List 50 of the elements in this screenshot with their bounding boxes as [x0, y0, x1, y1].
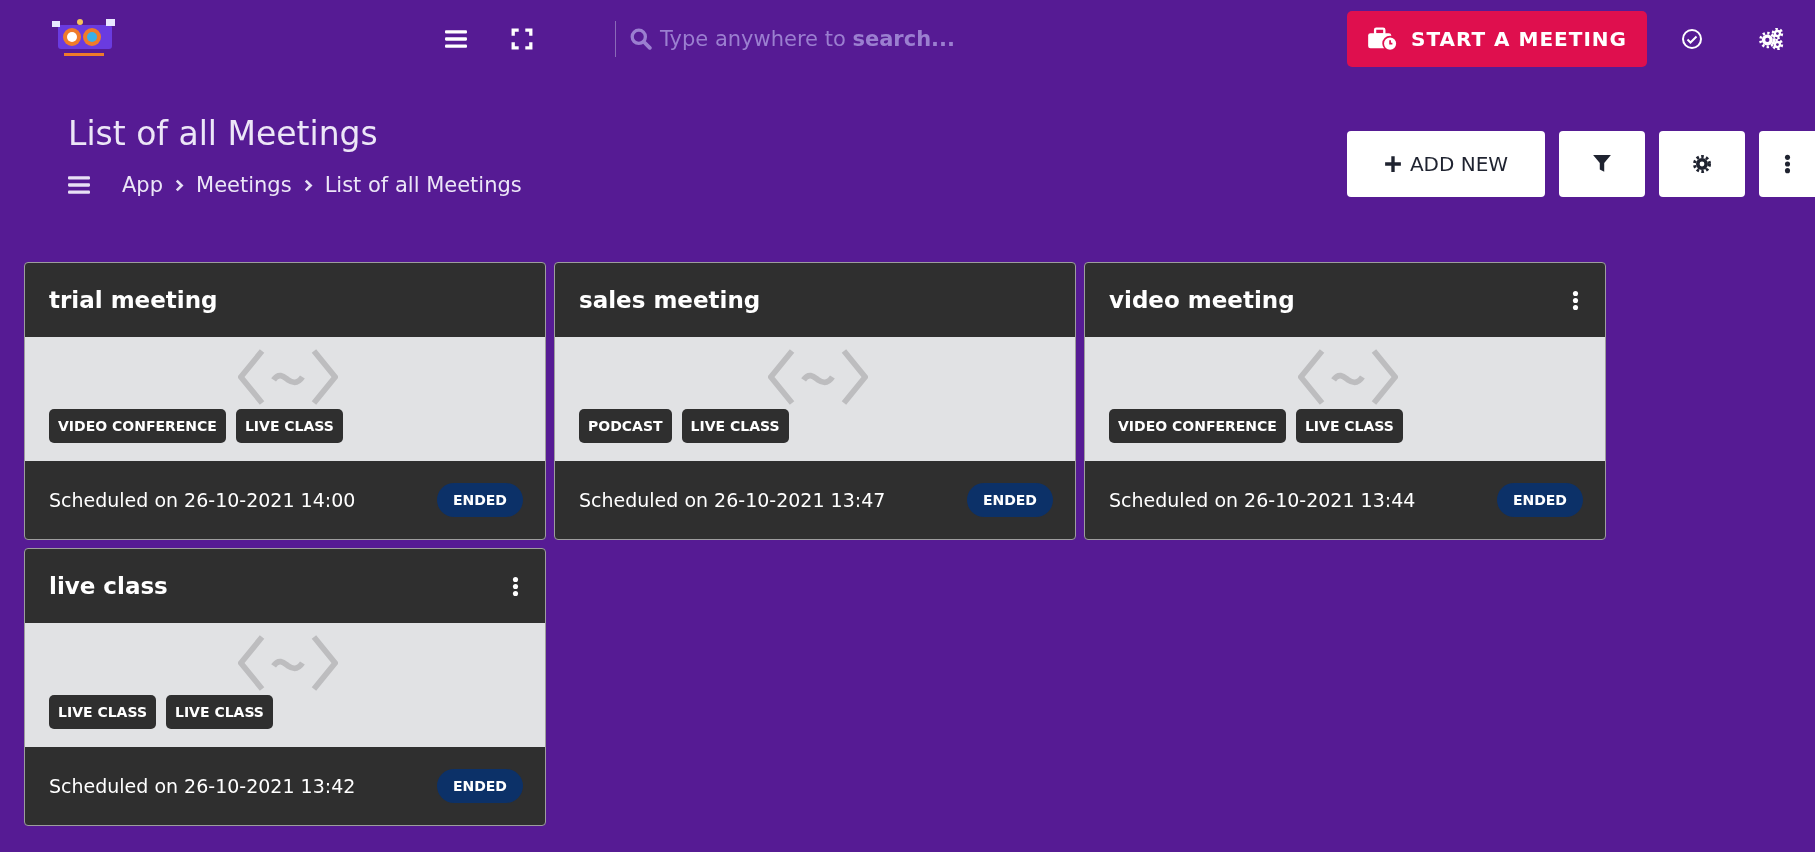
placeholder-icon — [768, 347, 868, 407]
filter-button[interactable] — [1559, 131, 1645, 197]
category-tag: LIVE CLASS — [681, 409, 789, 443]
meeting-card[interactable]: trial meeting VIDEO CONFERENCE LIVE CLASS Scheduled on 26-10-2021 14:00 ENDED — [24, 262, 546, 540]
settings-button[interactable] — [1659, 131, 1745, 197]
chevron-right-icon — [303, 178, 313, 192]
menu-icon[interactable] — [445, 28, 467, 50]
placeholder-icon — [238, 347, 338, 407]
settings-icon[interactable] — [1757, 28, 1785, 50]
status-badge: ENDED — [1496, 483, 1583, 517]
check-circle-icon[interactable] — [1681, 28, 1703, 50]
status-badge: ENDED — [436, 483, 523, 517]
add-new-button[interactable]: ADD NEW — [1347, 131, 1545, 197]
kebab-icon[interactable] — [1572, 289, 1579, 311]
start-meeting-button[interactable]: START A MEETING — [1347, 11, 1647, 67]
status-badge: ENDED — [436, 769, 523, 803]
search-icon — [630, 28, 652, 50]
plus-icon — [1383, 155, 1402, 173]
category-tag: LIVE CLASS — [235, 409, 343, 443]
schedule-text: Scheduled on 26-10-2021 13:42 — [49, 775, 356, 797]
briefcase-clock-icon — [1367, 27, 1397, 51]
category-tag: LIVE CLASS — [166, 695, 273, 729]
fullscreen-icon[interactable] — [511, 28, 533, 50]
meeting-card[interactable]: video meeting VIDEO CONFERENCE LIVE CLASS Scheduled on 26-10-2021 13:44 ENDED — [1084, 262, 1606, 540]
meeting-title: sales meeting — [579, 287, 761, 313]
schedule-text: Scheduled on 26-10-2021 14:00 — [49, 489, 356, 511]
meeting-card[interactable]: sales meeting PODCAST LIVE CLASS Scheduled on 26-10-2021 13:47 ENDED — [554, 262, 1076, 540]
schedule-text: Scheduled on 26-10-2021 13:47 — [579, 489, 886, 511]
status-badge: ENDED — [966, 483, 1053, 517]
category-tag: LIVE CLASS — [1295, 409, 1403, 443]
schedule-text: Scheduled on 26-10-2021 13:44 — [1109, 489, 1416, 511]
menu-icon[interactable] — [68, 176, 90, 194]
breadcrumb-link[interactable]: Meetings — [196, 173, 292, 197]
category-tag: VIDEO CONFERENCE — [49, 409, 226, 443]
kebab-icon — [1783, 154, 1791, 174]
meeting-title: trial meeting — [49, 287, 218, 313]
page-title: List of all Meetings — [68, 114, 379, 153]
gear-icon — [1692, 154, 1712, 174]
category-tag: PODCAST — [579, 409, 672, 443]
meeting-card[interactable]: live class LIVE CLASS LIVE CLASS Scheduled on 26-10-2021 13:42 ENDED — [24, 548, 546, 826]
placeholder-icon — [1298, 347, 1398, 407]
meeting-title: live class — [49, 573, 168, 599]
breadcrumb-link[interactable]: App — [122, 173, 164, 197]
meeting-title: video meeting — [1109, 287, 1295, 313]
category-tag: LIVE CLASS — [49, 695, 156, 729]
kebab-icon[interactable] — [512, 575, 519, 597]
placeholder-icon — [238, 633, 338, 693]
chevron-right-icon — [175, 178, 185, 192]
category-tag: VIDEO CONFERENCE — [1109, 409, 1286, 443]
filter-icon — [1592, 154, 1612, 174]
